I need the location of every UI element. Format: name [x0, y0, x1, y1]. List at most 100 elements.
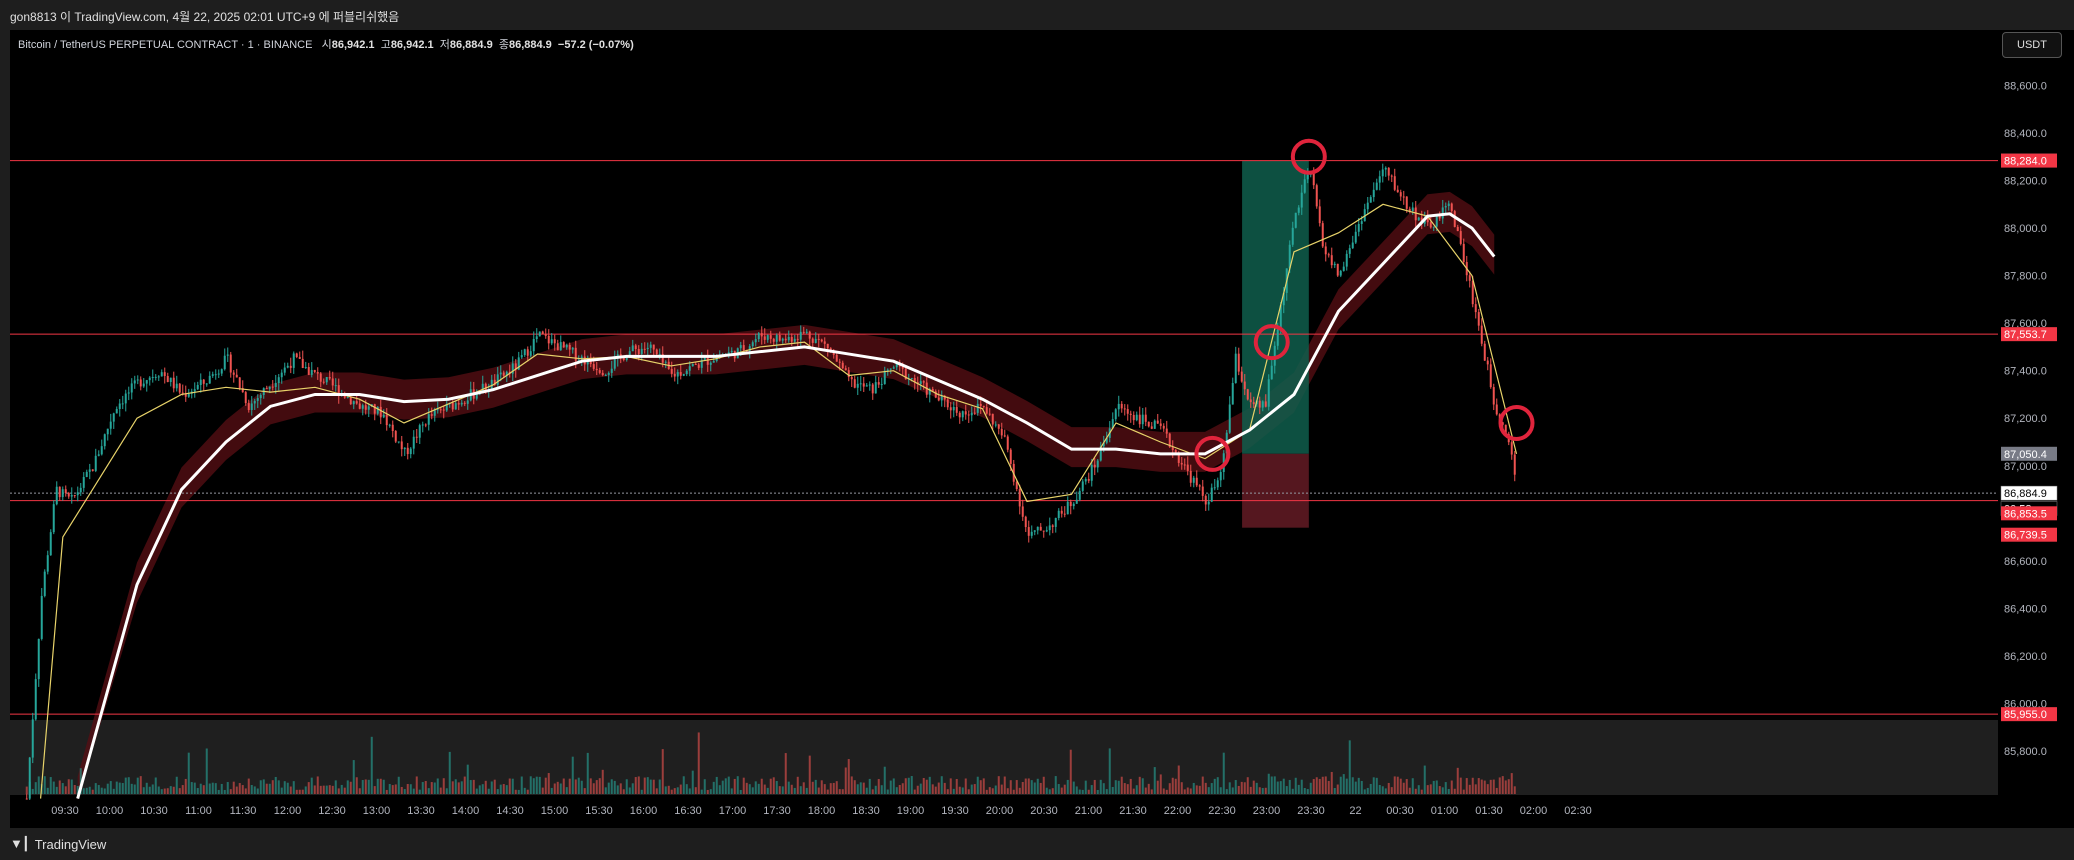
- volume-bar-127: [406, 783, 409, 794]
- candle-body-286: [883, 370, 886, 385]
- volume-bar-448: [1369, 783, 1372, 794]
- candle-body-123: [394, 430, 397, 442]
- candle-body-96: [313, 369, 316, 373]
- volume-bar-196: [613, 780, 616, 794]
- candle-body-46: [163, 372, 166, 377]
- volume-bar-316: [973, 784, 976, 794]
- candle-body-206: [643, 348, 646, 350]
- candle-body-166: [523, 349, 526, 356]
- x-tick-label-28: 23:30: [1297, 805, 1325, 817]
- volume-bar-289: [892, 778, 895, 794]
- candle-body-205: [640, 348, 643, 354]
- candle-body-429: [1312, 172, 1315, 186]
- candle-body-320: [985, 407, 988, 414]
- candle-body-48: [169, 377, 172, 382]
- candle-body-307: [946, 399, 949, 408]
- volume-bar-71: [238, 783, 241, 794]
- candle-body-462: [1411, 207, 1414, 212]
- candle-body-172: [541, 331, 544, 335]
- candle-body-271: [838, 361, 841, 363]
- candle-body-146: [463, 402, 466, 404]
- volume-bar-245: [760, 778, 763, 794]
- volume-bar-302: [931, 784, 934, 794]
- candle-body-325: [1000, 428, 1003, 436]
- y-tick-label-1: 88,600.0: [2004, 80, 2047, 92]
- volume-bar-379: [1162, 788, 1165, 794]
- volume-bar-133: [424, 781, 427, 794]
- volume-bar-364: [1117, 780, 1120, 794]
- volume-bar-341: [1048, 789, 1051, 794]
- candle-body-484: [1477, 312, 1480, 326]
- candle-body-144: [457, 403, 460, 405]
- volume-bar-422: [1291, 788, 1294, 794]
- volume-bar-330: [1015, 780, 1018, 794]
- volume-bar-384: [1177, 765, 1180, 794]
- volume-bar-367: [1126, 784, 1129, 794]
- volume-bar-482: [1471, 777, 1474, 794]
- volume-bar-54: [187, 752, 190, 794]
- candle-body-249: [772, 338, 775, 342]
- candle-body-221: [688, 366, 691, 371]
- volume-bar-63: [214, 783, 217, 794]
- candle-body-474: [1447, 203, 1450, 207]
- volume-bar-493: [1504, 780, 1507, 794]
- candle-body-133: [424, 424, 427, 426]
- candle-body-482: [1471, 280, 1474, 305]
- tradingview-icon: ▼┃: [10, 836, 30, 851]
- candle-body-114: [367, 406, 370, 410]
- candle-body-40: [145, 380, 148, 384]
- candle-body-107: [346, 396, 349, 398]
- candle-body-463: [1414, 207, 1417, 221]
- volume-bar-157: [496, 789, 499, 794]
- candle-body-377: [1156, 420, 1159, 424]
- candle-body-245: [760, 333, 763, 337]
- volume-bar-397: [1216, 777, 1219, 794]
- candle-body-142: [451, 402, 454, 410]
- candle-body-259: [802, 331, 805, 333]
- volume-bar-314: [967, 789, 970, 794]
- candle-body-440: [1345, 253, 1348, 267]
- volume-bar-339: [1042, 776, 1045, 794]
- x-tick-label-18: 18:30: [852, 805, 880, 817]
- volume-bar-420: [1285, 786, 1288, 794]
- volume-bar-303: [934, 786, 937, 794]
- tradingview-logo[interactable]: ▼┃ TradingView: [10, 836, 106, 852]
- candle-body-64: [217, 373, 220, 375]
- y-tick-label-2: 88,400.0: [2004, 128, 2047, 140]
- volume-bar-301: [928, 776, 931, 794]
- x-tick-label-12: 15:30: [585, 805, 613, 817]
- volume-bar-34: [127, 777, 130, 794]
- high-value: 86,942.1: [390, 39, 434, 51]
- volume-bar-144: [457, 782, 460, 794]
- volume-bar-457: [1396, 776, 1399, 794]
- volume-bar-62: [211, 782, 214, 794]
- volume-bar-210: [655, 788, 658, 794]
- volume-bar-91: [298, 789, 301, 794]
- candle-body-392: [1201, 486, 1204, 496]
- candlestick-chart[interactable]: 88,800.088,600.088,400.088,200.088,000.0…: [0, 0, 2074, 828]
- volume-bar-113: [364, 779, 367, 794]
- candle-body-336: [1033, 530, 1036, 532]
- x-tick-label-8: 13:30: [407, 805, 435, 817]
- candle-body-89: [292, 353, 295, 368]
- open-value: 86,942.1: [331, 39, 375, 51]
- volume-bar-48: [169, 786, 172, 794]
- candle-body-155: [490, 379, 493, 390]
- candle-body-417: [1276, 329, 1279, 346]
- candle-body-339: [1042, 530, 1045, 532]
- currency-button[interactable]: USDT: [2002, 32, 2062, 58]
- candle-body-255: [790, 336, 793, 342]
- volume-bar-284: [877, 779, 880, 794]
- volume-bar-358: [1099, 779, 1102, 794]
- volume-bar-153: [484, 780, 487, 794]
- volume-bar-372: [1141, 778, 1144, 794]
- candle-body-485: [1480, 325, 1483, 344]
- candle-body-81: [268, 386, 271, 389]
- candle-body-0: [25, 798, 28, 800]
- candle-body-496: [1513, 454, 1516, 475]
- volume-bar-159: [502, 784, 505, 794]
- x-tick-label-16: 17:30: [763, 805, 791, 817]
- candle-body-191: [598, 370, 601, 373]
- brand-name: TradingView: [34, 836, 107, 852]
- volume-bar-121: [388, 783, 391, 794]
